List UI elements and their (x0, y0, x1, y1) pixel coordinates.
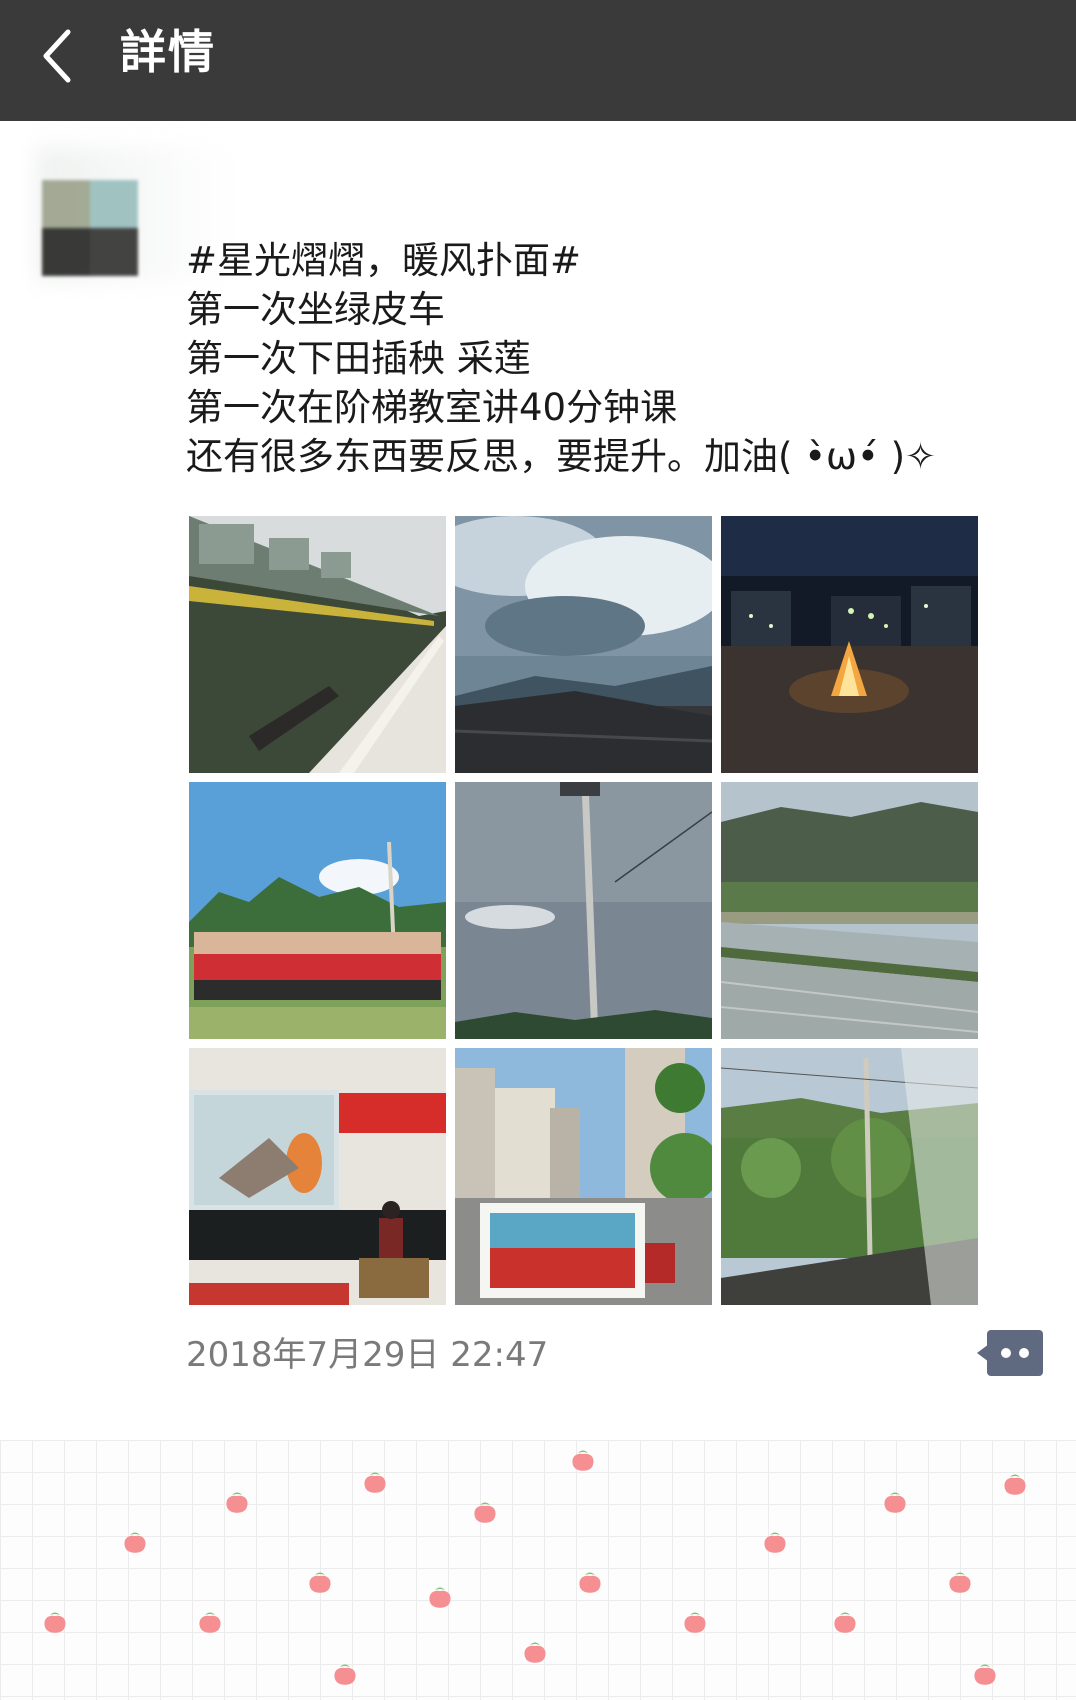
avatar[interactable] (42, 180, 138, 276)
peach-icon (524, 1642, 546, 1663)
peach-icon (124, 1532, 146, 1553)
post-text: #星光熠熠，暖风扑面# 第一次坐绿皮车 第一次下田插秧 采莲 第一次在阶梯教室讲… (186, 236, 1046, 481)
rice-fields-mountains-photo[interactable] (721, 782, 978, 1039)
top-bar: 詳情 (0, 0, 1076, 121)
peach-icon (834, 1612, 856, 1633)
post-line: #星光熠熠，暖风扑面# (186, 239, 582, 282)
comment-dots-icon[interactable] (977, 1330, 1043, 1376)
street-lamp-sky-photo[interactable] (455, 782, 712, 1039)
peach-icon (974, 1664, 996, 1685)
post-timestamp: 2018年7月29日 22:47 (186, 1335, 549, 1375)
group-red-shirts-mountains-photo[interactable] (189, 782, 446, 1039)
town-street-group-photo[interactable] (455, 1048, 712, 1305)
peach-icon (949, 1572, 971, 1593)
peach-icon (44, 1612, 66, 1633)
post-line: 还有很多东西要反思，要提升。加油( •̀ω•́ )✧ (186, 435, 937, 478)
peach-icon (474, 1502, 496, 1523)
peach-icon (764, 1532, 786, 1553)
peach-icon (334, 1664, 356, 1685)
peach-icon (884, 1492, 906, 1513)
post-line: 第一次坐绿皮车 (186, 288, 445, 331)
peach-icon (226, 1492, 248, 1513)
train-window-hills-photo[interactable] (721, 1048, 978, 1305)
night-bonfire-photo[interactable] (721, 516, 978, 773)
peach-icon (684, 1612, 706, 1633)
peach-icon (199, 1612, 221, 1633)
peach-icon (1004, 1474, 1026, 1495)
post-line: 第一次下田插秧 采莲 (186, 337, 531, 380)
peach-icon (309, 1572, 331, 1593)
classroom-lecture-photo[interactable] (189, 1048, 446, 1305)
green-train-photo[interactable] (189, 516, 446, 773)
cloudy-sky-rooftops-photo[interactable] (455, 516, 712, 773)
peach-icon (579, 1572, 601, 1593)
page-title: 詳情 (120, 25, 216, 79)
peach-icon (429, 1587, 451, 1608)
post-line: 第一次在阶梯教室讲40分钟课 (186, 386, 678, 429)
chevron-left-icon[interactable] (38, 26, 78, 86)
background-wallpaper (0, 1440, 1076, 1700)
peach-icon (572, 1450, 594, 1471)
peach-icon (364, 1472, 386, 1493)
